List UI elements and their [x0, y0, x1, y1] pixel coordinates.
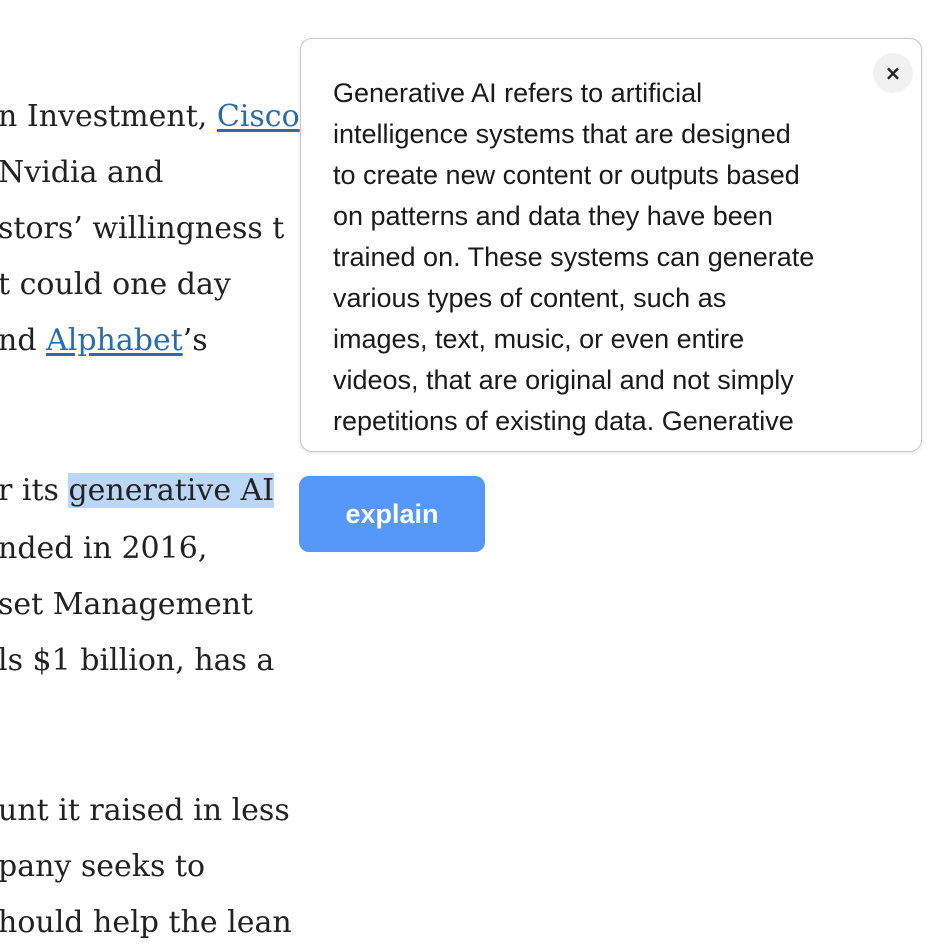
article-line-12: hould help the lean: [0, 905, 292, 941]
explain-button[interactable]: explain: [299, 476, 485, 552]
article-text: t could one day: [0, 267, 231, 302]
article-text: nded in 2016,: [0, 531, 208, 566]
article-text: hould help the lean: [0, 905, 292, 940]
page: n Investment, Cisco Nvidia and stors’ wi…: [0, 0, 950, 950]
article-text: n Investment,: [0, 99, 217, 134]
article-line-5: nd Alphabet’s: [0, 323, 208, 359]
article-line-4: t could one day: [0, 267, 231, 303]
article-line-10: unt it raised in less: [0, 793, 290, 829]
article-text: unt it raised in less: [0, 793, 290, 828]
article-text: r its: [0, 473, 69, 508]
article-text: ls $1 billion, has a: [0, 643, 275, 678]
article-line-2: Nvidia and: [0, 155, 163, 191]
article-line-8: set Management: [0, 587, 253, 623]
article-text: set Management: [0, 587, 254, 622]
explanation-line: Generative AI refers to artificial: [333, 78, 703, 108]
explanation-line: AI technologies have applications in: [333, 442, 903, 451]
explanation-line: intelligence systems that are designed: [333, 119, 791, 149]
article-line-9: ls $1 billion, has a: [0, 643, 274, 679]
article-text: stors’ willingness t: [0, 211, 285, 246]
explanation-line: images, text, music, or even entire: [333, 324, 745, 354]
close-icon: ×: [884, 61, 902, 85]
link-alphabet[interactable]: Alphabet: [46, 323, 183, 358]
article-text: ’s: [182, 323, 208, 358]
link-cisco[interactable]: Cisco: [217, 99, 300, 134]
article-line-3: stors’ willingness t: [0, 211, 284, 247]
article-line-6: r its generative AI: [0, 473, 275, 509]
close-button[interactable]: ×: [873, 53, 913, 93]
article-line-11: pany seeks to: [0, 849, 205, 885]
explanation-line: on patterns and data they have been: [333, 201, 773, 231]
explanation-line: repetitions of existing data. Generative: [333, 406, 794, 436]
explanation-line: trained on. These systems can generate: [333, 242, 815, 272]
article-text: Nvidia and: [0, 155, 164, 190]
article-text: nd: [0, 323, 47, 358]
explanation-line: to create new content or outputs based: [333, 160, 800, 190]
explanation-text[interactable]: Generative AI refers to artificial intel…: [333, 73, 903, 451]
explanation-line: various types of content, such as: [333, 283, 727, 313]
explanation-line: videos, that are original and not simply: [333, 365, 794, 395]
article-line-1: n Investment, Cisco: [0, 99, 300, 135]
article-line-7: nded in 2016,: [0, 531, 207, 567]
selected-text-highlight[interactable]: generative AI: [68, 473, 275, 508]
explanation-popup[interactable]: Generative AI refers to artificial intel…: [300, 38, 922, 452]
article-text: pany seeks to: [0, 849, 206, 884]
